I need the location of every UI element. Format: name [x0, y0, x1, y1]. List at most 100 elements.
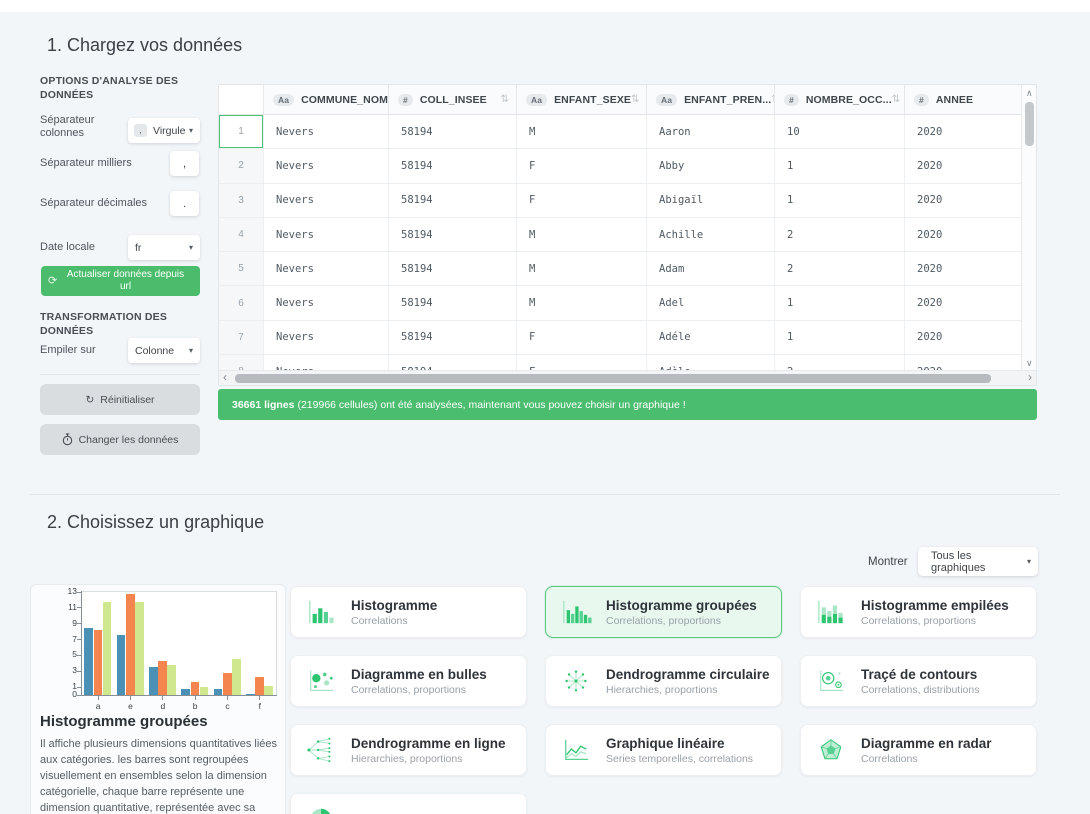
table-column-header[interactable]: # ANNEE	[904, 85, 1023, 114]
table-column-header[interactable]: Aa ENFANT_PREN... ⇅	[646, 85, 774, 114]
row-number-cell[interactable]: 2	[219, 149, 263, 182]
section1-title: 1. Chargez vos données	[47, 35, 242, 56]
table-cell[interactable]: 58194	[388, 252, 516, 285]
row-number-cell[interactable]: 7	[219, 321, 263, 354]
table-cell[interactable]: Nevers	[263, 321, 388, 354]
table-row[interactable]: 4Nevers58194MAchille22020	[219, 218, 1023, 252]
column-name: COLL_INSEE	[420, 94, 487, 106]
chart-type-card[interactable]: Traçé de contours Correlations, distribu…	[800, 655, 1037, 707]
sep-colonnes-select[interactable]: , Virgule ▾	[128, 118, 200, 143]
table-cell[interactable]: 10	[774, 115, 904, 148]
x-tick-label: e	[119, 701, 143, 711]
table-row[interactable]: 3Nevers58194FAbigaïl12020	[219, 184, 1023, 218]
table-cell[interactable]: M	[516, 252, 646, 285]
bar	[84, 628, 93, 695]
table-cell[interactable]: F	[516, 321, 646, 354]
scroll-right-icon[interactable]: ›	[1028, 373, 1032, 382]
table-cell[interactable]: F	[516, 149, 646, 182]
horizontal-scroll-thumb[interactable]	[235, 374, 991, 383]
sort-icon[interactable]: ⇅	[501, 94, 516, 105]
table-cell[interactable]: 58194	[388, 149, 516, 182]
sep-milliers-input[interactable]: ,	[170, 151, 199, 176]
table-cell[interactable]: 2020	[904, 184, 1023, 217]
row-number-cell[interactable]: 5	[219, 252, 263, 285]
scroll-left-icon[interactable]: ‹	[223, 373, 227, 382]
table-cell[interactable]: Nevers	[263, 184, 388, 217]
table-cell[interactable]: 58194	[388, 184, 516, 217]
row-number-cell[interactable]: 4	[219, 218, 263, 251]
table-cell[interactable]: M	[516, 115, 646, 148]
chart-type-card[interactable]: Diagramme sunburst	[290, 793, 527, 814]
table-cell[interactable]: 2020	[904, 218, 1023, 251]
chart-type-card[interactable]: Dendrogramme en ligne Hierarchies, propo…	[290, 724, 527, 776]
table-cell[interactable]: 2020	[904, 286, 1023, 319]
table-cell[interactable]: 2020	[904, 115, 1023, 148]
table-row[interactable]: 7Nevers58194FAdéle12020	[219, 321, 1023, 355]
table-column-header[interactable]: # NOMBRE_OCC... ⇅	[774, 85, 904, 114]
horizontal-scrollbar[interactable]: ‹ ›	[219, 370, 1036, 385]
chart-type-card[interactable]: Diagramme en radar Correlations	[800, 724, 1037, 776]
preview-title: Histogramme groupées	[40, 713, 208, 730]
table-cell[interactable]: Nevers	[263, 218, 388, 251]
sort-icon[interactable]: ⇅	[631, 94, 646, 105]
table-row[interactable]: 2Nevers58194FAbby12020	[219, 149, 1023, 183]
table-cell[interactable]: M	[516, 286, 646, 319]
table-cell[interactable]: 1	[774, 286, 904, 319]
table-cell[interactable]: Adéle	[646, 321, 774, 354]
chart-type-card[interactable]: Histogramme groupées Correlations, propo…	[545, 586, 782, 638]
scroll-up-icon[interactable]: ∧	[1026, 89, 1033, 98]
table-cell[interactable]: 2020	[904, 252, 1023, 285]
table-cell[interactable]: Abigaïl	[646, 184, 774, 217]
chart-type-card[interactable]: Graphique linéaire Series temporelles, c…	[545, 724, 782, 776]
table-cell[interactable]: 1	[774, 184, 904, 217]
x-tick-label: d	[151, 701, 175, 711]
table-column-header[interactable]: Aa ENFANT_SEXE ⇅	[516, 85, 646, 114]
vertical-scroll-thumb[interactable]	[1025, 102, 1034, 146]
table-cell[interactable]: Adam	[646, 252, 774, 285]
chart-type-card[interactable]: Histogramme Correlations	[290, 586, 527, 638]
chart-type-card[interactable]: Histogramme empilées Correlations, propo…	[800, 586, 1037, 638]
table-column-header[interactable]: # COLL_INSEE ⇅	[388, 85, 516, 114]
column-name: COMMUNE_NOM	[301, 94, 388, 106]
table-cell[interactable]: 2	[774, 218, 904, 251]
reset-button[interactable]: ↻ Réinitialiser	[40, 384, 200, 415]
sep-decimales-input[interactable]: .	[170, 191, 199, 216]
table-row[interactable]: 6Nevers58194MAdel12020	[219, 286, 1023, 320]
change-data-button[interactable]: Changer les données	[40, 424, 200, 455]
table-cell[interactable]: Abby	[646, 149, 774, 182]
chart-type-card[interactable]: Dendrogramme circulaire Hierarchies, pro…	[545, 655, 782, 707]
table-cell[interactable]: 58194	[388, 286, 516, 319]
row-number-cell[interactable]: 3	[219, 184, 263, 217]
refresh-url-button[interactable]: ⟳ Actualiser données depuis url	[41, 266, 200, 296]
table-cell[interactable]: Aaron	[646, 115, 774, 148]
table-cell[interactable]: Adel	[646, 286, 774, 319]
table-cell[interactable]: Nevers	[263, 149, 388, 182]
table-cell[interactable]: 2020	[904, 149, 1023, 182]
table-cell[interactable]: Nevers	[263, 115, 388, 148]
table-row[interactable]: 1Nevers58194MAaron102020	[219, 115, 1023, 149]
empiler-select[interactable]: Colonne ▾	[128, 338, 200, 363]
row-number-cell[interactable]: 6	[219, 286, 263, 319]
table-cell[interactable]: 1	[774, 321, 904, 354]
table-cell[interactable]: 58194	[388, 321, 516, 354]
date-locale-select[interactable]: fr ▾	[128, 235, 200, 260]
table-cell[interactable]: 2	[774, 252, 904, 285]
table-column-header[interactable]: Aa COMMUNE_NOM ⇅	[263, 85, 388, 114]
table-cell[interactable]: M	[516, 218, 646, 251]
table-cell[interactable]: 58194	[388, 115, 516, 148]
scroll-down-icon[interactable]: ∨	[1026, 359, 1033, 368]
chart-type-card[interactable]: Diagramme en bulles Correlations, propor…	[290, 655, 527, 707]
table-row[interactable]: 5Nevers58194MAdam22020	[219, 252, 1023, 286]
table-cell[interactable]: 1	[774, 149, 904, 182]
vertical-scrollbar[interactable]: ∧ ∨	[1021, 85, 1036, 372]
sunburst-icon	[303, 804, 339, 814]
table-cell[interactable]: 58194	[388, 218, 516, 251]
table-cell[interactable]: 2020	[904, 321, 1023, 354]
chart-filter-select[interactable]: Tous les graphiques ▾	[918, 547, 1038, 576]
bar	[214, 689, 223, 695]
row-number-cell[interactable]: 1	[219, 115, 263, 148]
table-cell[interactable]: Achille	[646, 218, 774, 251]
table-cell[interactable]: Nevers	[263, 252, 388, 285]
table-cell[interactable]: Nevers	[263, 286, 388, 319]
table-cell[interactable]: F	[516, 184, 646, 217]
